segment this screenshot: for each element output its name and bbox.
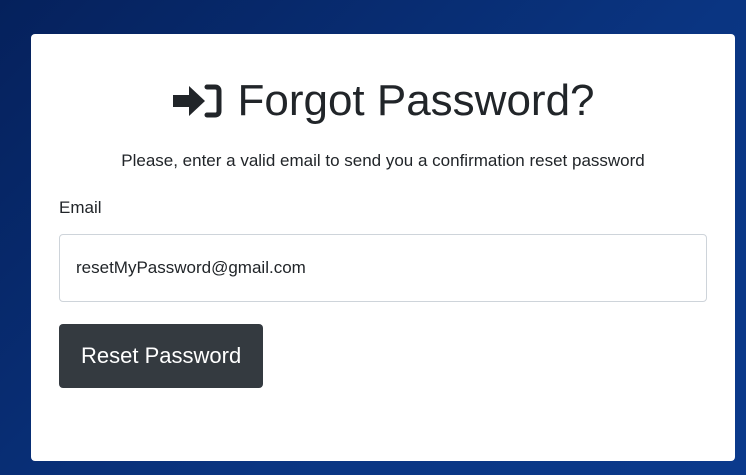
email-field[interactable] bbox=[59, 234, 707, 302]
forgot-password-card: Forgot Password? Please, enter a valid e… bbox=[31, 34, 735, 461]
reset-password-button[interactable]: Reset Password bbox=[59, 324, 264, 388]
sign-in-arrow-icon bbox=[173, 84, 222, 118]
email-label: Email bbox=[59, 198, 102, 217]
page-title: Forgot Password? bbox=[59, 74, 707, 128]
page-title-text: Forgot Password? bbox=[237, 76, 595, 125]
instructions-text: Please, enter a valid email to send you … bbox=[121, 151, 645, 170]
